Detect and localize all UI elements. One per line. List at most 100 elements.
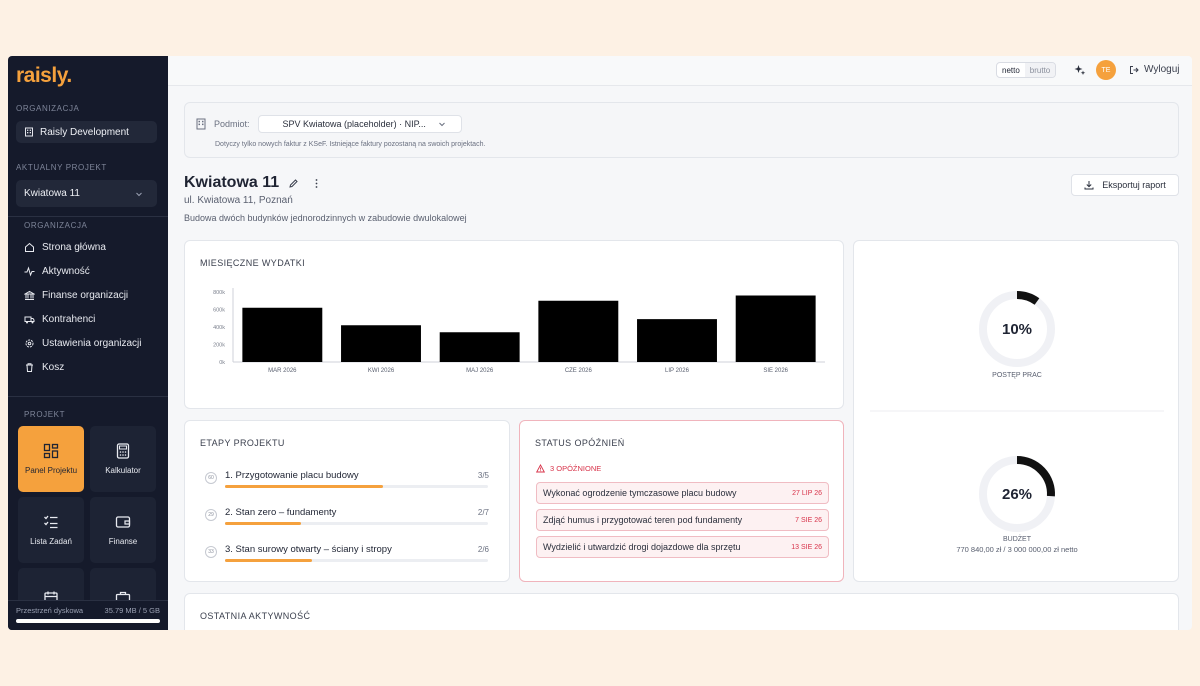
net-gross-toggle[interactable]: netto brutto (996, 62, 1057, 78)
sparkle-icon[interactable] (1074, 64, 1086, 76)
delay-item[interactable]: Wykonać ogrodzenie tymczasowe placu budo… (536, 482, 829, 504)
chevron-down-icon (136, 192, 142, 196)
truck-icon (24, 316, 35, 323)
stages-title: ETAPY PROJEKTU (200, 438, 285, 448)
sidebar-item-settings[interactable]: Ustawienia organizacji (24, 334, 142, 352)
stage-progress-bar (225, 485, 488, 488)
wallet-icon (115, 516, 131, 528)
delay-item[interactable]: Zdjąć humus i przygotować teren pod fund… (536, 509, 829, 531)
stage-percent-badge: 33 (205, 546, 217, 558)
logo: raisly. (16, 64, 72, 87)
building-icon (25, 127, 33, 137)
sidebar-item-home[interactable]: Strona główna (24, 238, 106, 256)
stage-progress-fill (225, 485, 383, 488)
chart-bar (341, 325, 421, 362)
stage-name: 1. Przygotowanie placu budowy (225, 470, 359, 481)
delay-task-name: Wykonać ogrodzenie tymczasowe placu budo… (543, 488, 737, 498)
org-name: Raisly Development (40, 126, 129, 138)
toggle-netto[interactable]: netto (997, 63, 1025, 77)
app-window: raisly. ORGANIZACJA Raisly Development A… (8, 56, 1192, 630)
chevron-down-icon (438, 122, 445, 127)
y-tick-label: 400k (213, 325, 225, 331)
disk-usage: Przestrzeń dyskowa 35.79 MB / 5 GB (8, 600, 168, 630)
stage-progress-fill (225, 522, 302, 525)
trash-icon (26, 362, 33, 372)
delay-date: 13 SIE 26 (791, 543, 822, 551)
budget-label: BUDŻET (1003, 534, 1032, 543)
delay-count-label: 3 OPÓŹNIONE (550, 464, 602, 473)
logout-label: Wyloguj (1144, 64, 1180, 75)
stage-progress-bar (225, 559, 488, 562)
sidebar-item-label: Aktywność (42, 265, 90, 277)
chart-bar (439, 332, 520, 362)
sidebar-divider (8, 216, 168, 217)
project-title: Kwiatowa 11 (184, 174, 280, 191)
entity-note: Dotyczy tylko nowych faktur z KSeF. Istn… (215, 141, 486, 148)
entity-select[interactable]: SPV Kwiatowa (placeholder) · NIP... (257, 115, 462, 133)
chart-bar (735, 295, 816, 362)
tile-calculator[interactable]: Kalkulator (90, 426, 156, 492)
expenses-chart: 800k 600k 400k 200k 0k MAR 2026 KWI 2026 MAJ 20… (213, 288, 825, 374)
stage-count: 2/7 (477, 508, 489, 517)
x-tick-label: MAR 2026 (268, 368, 297, 374)
y-tick-label: 200k (213, 343, 225, 349)
tile-label: Panel Projektu (24, 466, 78, 475)
chart-bar (242, 307, 323, 362)
delay-date: 7 SIE 26 (795, 516, 822, 524)
delay-task-name: Wydzielić i utwardzić drogi dojazdowe dl… (543, 542, 741, 552)
delay-count: 3 OPÓŹNIONE (536, 464, 601, 473)
sidebar-item-trash[interactable]: Kosz (24, 358, 64, 376)
gear-icon (25, 339, 34, 347)
entity-card: Podmiot: SPV Kwiatowa (placeholder) · NI… (184, 102, 1179, 158)
x-tick-label: MAJ 2026 (466, 368, 494, 374)
topbar: netto brutto TE Wyloguj (168, 56, 1192, 86)
sidebar-item-contractors[interactable]: Kontrahenci (24, 310, 95, 328)
disk-value: 35.79 MB / 5 GB (104, 606, 160, 615)
sidebar-item-label: Ustawienia organizacji (42, 337, 142, 349)
org-section-label: ORGANIZACJA (16, 104, 80, 113)
chart-bar (538, 300, 619, 362)
x-tick-label: LIP 2026 (665, 368, 690, 374)
delay-item[interactable]: Wydzielić i utwardzić drogi dojazdowe dl… (536, 536, 829, 558)
project-selector[interactable]: Kwiatowa 11 (16, 180, 157, 207)
stage-percent-badge: 60 (205, 472, 217, 484)
stages-card: ETAPY PROJEKTU 60 1. Przygotowanie placu… (184, 420, 510, 582)
sidebar-item-label: Finanse organizacji (42, 289, 129, 301)
stage-percent-badge: 29 (205, 509, 217, 521)
tile-label: Finanse (108, 537, 138, 546)
progress-gauges: 10% POSTĘP PRAC 26% BUDŻET 770 840,00 zł… (870, 291, 1164, 554)
warning-icon (536, 464, 545, 473)
logout-button[interactable]: Wyloguj (1129, 64, 1179, 75)
delays-title: STATUS OPÓŹNIEŃ (535, 438, 625, 448)
budget-detail: 770 840,00 zł / 3 000 000,00 zł netto (956, 545, 1077, 554)
progress-card: 10% POSTĘP PRAC 26% BUDŻET 770 840,00 zł… (853, 240, 1179, 582)
x-tick-label: CZE 2026 (565, 368, 593, 374)
budget-percent: 26% (1002, 486, 1032, 503)
y-tick-label: 800k (213, 290, 225, 296)
building-icon (196, 118, 206, 130)
chart-bar (637, 319, 717, 362)
stage-name: 2. Stan zero – fundamenty (225, 507, 337, 518)
pencil-icon[interactable] (288, 178, 299, 189)
sidebar-item-activity[interactable]: Aktywność (24, 262, 90, 280)
org-selector[interactable]: Raisly Development (16, 121, 157, 143)
tile-finance[interactable]: Finanse (90, 497, 156, 563)
entity-value: SPV Kwiatowa (placeholder) · NIP... (282, 119, 426, 129)
tile-task-list[interactable]: Lista Zadań (18, 497, 84, 563)
stage-progress-bar (225, 522, 488, 525)
delay-date: 27 LIP 26 (792, 489, 822, 497)
sidebar-item-label: Strona główna (42, 241, 106, 253)
project-description: Budowa dwóch budynków jednorodzinnych w … (184, 213, 467, 223)
project-address: ul. Kwiatowa 11, Poznań (184, 195, 293, 206)
x-tick-label: SIE 2026 (763, 368, 788, 374)
sidebar-item-finance[interactable]: Finanse organizacji (24, 286, 128, 304)
entity-label: Podmiot: (214, 119, 250, 129)
more-vertical-icon[interactable] (311, 178, 322, 189)
stage-name: 3. Stan surowy otwarty – ściany i stropy (225, 544, 392, 555)
toggle-brutto[interactable]: brutto (1024, 63, 1056, 77)
export-report-button[interactable]: Eksportuj raport (1071, 174, 1179, 196)
bank-icon (24, 290, 35, 300)
user-avatar[interactable]: TE (1096, 60, 1116, 80)
tile-project-panel[interactable]: Panel Projektu (18, 426, 84, 492)
calculator-icon (116, 443, 130, 459)
